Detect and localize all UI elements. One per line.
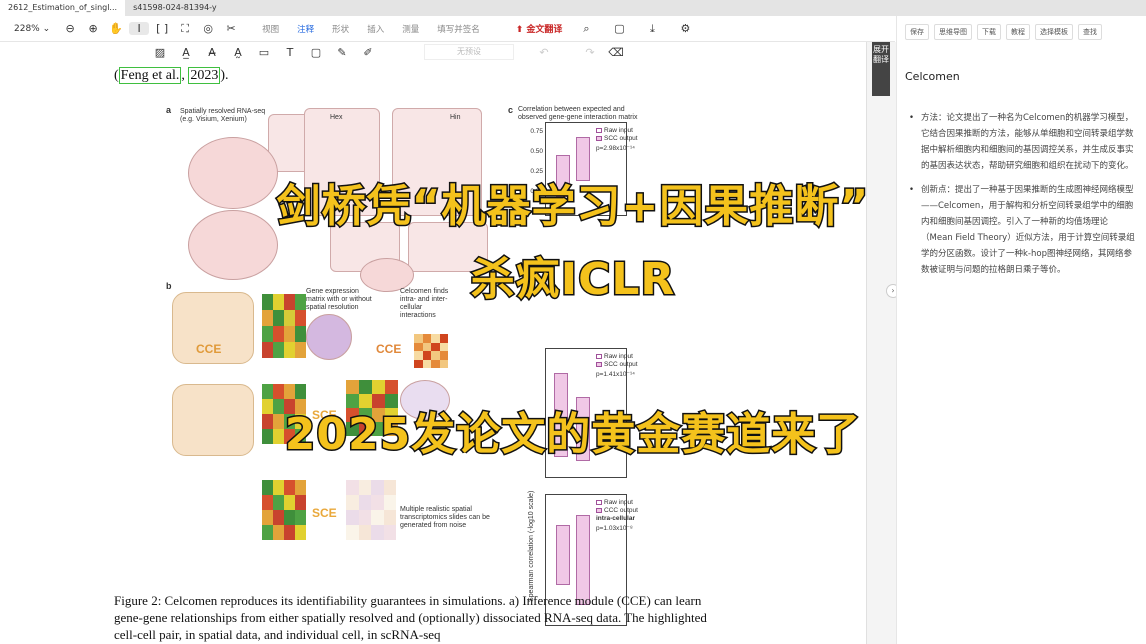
note-icon[interactable]: ▭ xyxy=(254,46,274,59)
citation-line: (Feng et al., 2023). xyxy=(114,67,229,84)
citation-link[interactable]: Feng et al. xyxy=(118,67,182,84)
read-mode-icon[interactable]: ◎ xyxy=(198,22,218,35)
panel-a-label: a xyxy=(166,105,172,115)
squiggly-icon[interactable]: A̰ xyxy=(228,46,248,59)
tick-1: 0.75 xyxy=(530,128,543,135)
undo-icon[interactable]: ↶ xyxy=(534,46,554,59)
tutorial-button[interactable]: 教程 xyxy=(1006,24,1030,40)
legend-raw-3: Raw input xyxy=(596,499,633,506)
template-button[interactable]: 选择模板 xyxy=(1035,24,1073,40)
download-icon[interactable]: ⤓ xyxy=(642,22,662,36)
strikethrough-icon[interactable]: A̶ xyxy=(202,46,222,59)
zoom-out-icon[interactable]: ⊖ xyxy=(60,22,80,35)
overlay-headline-2: 杀疯ICLR xyxy=(469,253,676,307)
eraser-icon[interactable]: ⌫ xyxy=(606,46,626,59)
settings-icon[interactable]: ⚙ xyxy=(675,22,695,35)
text-select-icon[interactable]: I xyxy=(129,22,150,35)
search-icon[interactable]: ⌕ xyxy=(576,22,596,36)
menu-fill-sign[interactable]: 填写并签名 xyxy=(437,23,480,35)
pdf-reader-window: 2612_Estimation_of_singl... s41598-024-8… xyxy=(0,0,1146,644)
menu-measure[interactable]: 测量 xyxy=(402,23,419,35)
underline-icon[interactable]: A̲ xyxy=(176,46,196,59)
intra-label: intra-cellular xyxy=(596,515,636,522)
summary-bullet-method: 方法：论文提出了一种名为Celcomen的机器学习模型，它结合因果推断的方法，能… xyxy=(909,110,1137,174)
hand-tool-icon[interactable]: ✋ xyxy=(106,22,126,35)
save-button[interactable]: 保存 xyxy=(905,24,929,40)
multiple-slides-label: Multiple realistic spatial transcriptomi… xyxy=(400,506,490,529)
menu-insert[interactable]: 插入 xyxy=(367,23,384,35)
mindmap-button[interactable]: 思维导图 xyxy=(934,24,972,40)
overlay-headline-1: 剑桥凭“机器学习+因果推断” xyxy=(275,180,870,234)
interaction-matrix xyxy=(414,334,448,368)
citation-year-link[interactable]: 2023 xyxy=(188,67,221,84)
preset-select[interactable]: 无预设 xyxy=(424,44,514,60)
tick-2: 0.50 xyxy=(530,148,543,155)
highlight-icon[interactable]: ▨ xyxy=(150,46,170,59)
menu-view[interactable]: 视图 xyxy=(262,23,279,35)
h-in-label: Hin xyxy=(450,114,461,121)
spatial-label: Spatially resolved RNA-seq (e.g. Visium, … xyxy=(180,108,266,123)
cce-label-1: CCE xyxy=(196,342,222,356)
expand-translation-tab[interactable]: 展开翻译 xyxy=(872,42,890,96)
tab-document-2[interactable]: s41598-024-81394-y xyxy=(125,0,225,16)
summary-toolbar: 保存 思维导图 下载 教程 选择模板 查找 xyxy=(897,16,1146,40)
zoom-in-icon[interactable]: ⊕ xyxy=(83,22,103,35)
panel-c-label: c xyxy=(508,105,514,115)
pvalue-1: p=2.98x10⁻¹⁴ xyxy=(596,145,635,152)
document-page: (Feng et al., 2023). a Spatially resolve… xyxy=(0,62,866,644)
spatial-scatter xyxy=(306,314,352,360)
area-icon[interactable]: ▢ xyxy=(306,46,326,59)
redo-icon[interactable]: ↷ xyxy=(580,46,600,59)
y-axis-label: Spearman correlation (-log10 scale) xyxy=(528,490,535,602)
annotation-toolbar: ▨ A̲ A̶ A̰ ▭ T ▢ ✎ ✐ 无预设 ↶ ↷ ⌫ xyxy=(150,42,670,62)
find-button[interactable]: 查找 xyxy=(1078,24,1102,40)
translate-button[interactable]: ⬆ 金文翻译 xyxy=(516,22,563,35)
summary-title: Celcomen xyxy=(905,70,960,83)
sce-label-2: SCE xyxy=(312,506,337,520)
legend-scc-2: SCC output xyxy=(596,361,638,368)
h-ex-label: Hex xyxy=(330,114,343,121)
download-button[interactable]: 下载 xyxy=(977,24,1001,40)
tab-document-1[interactable]: 2612_Estimation_of_singl... xyxy=(0,0,126,16)
side-strip xyxy=(866,42,896,644)
pen-icon[interactable]: ✎ xyxy=(332,46,352,59)
comment-icon[interactable]: ▢ xyxy=(609,22,629,35)
summary-panel: 保存 思维导图 下载 教程 选择模板 查找 Celcomen 方法：论文提出了一… xyxy=(896,16,1146,644)
text-box-icon[interactable]: T xyxy=(280,46,300,59)
figure-caption: Figure 2: Celcomen reproduces its identi… xyxy=(114,593,707,642)
legend-scc-1: SCC output xyxy=(596,135,638,142)
tab-bar: 2612_Estimation_of_singl... s41598-024-8… xyxy=(0,0,1146,16)
legend-raw-1: Raw input xyxy=(596,127,633,134)
legend-raw-2: Raw input xyxy=(596,353,633,360)
zoom-select[interactable]: 228% ⌄ xyxy=(14,24,50,34)
fit-page-icon[interactable]: ⛶ xyxy=(175,22,195,36)
raw-box-3 xyxy=(556,525,570,585)
expression-heatmap-4 xyxy=(262,480,306,540)
menu-annotate[interactable]: 注释 xyxy=(297,23,314,35)
overlay-headline-3: 2025发论文的黄金赛道来了 xyxy=(283,408,862,462)
fit-width-icon[interactable]: [ ] xyxy=(152,22,172,35)
scissors-icon[interactable]: ✂ xyxy=(221,22,241,35)
corr-title: Correlation between expected and observed… xyxy=(518,106,638,121)
cce-label-2: CCE xyxy=(376,342,402,356)
pvalue-3: p=1.03x10⁻⁸ xyxy=(596,525,633,532)
pvalue-2: p=1.41x10⁻¹⁴ xyxy=(596,371,635,378)
main-toolbar: 228% ⌄ ⊖ ⊕ ✋ I [ ] ⛶ ◎ ✂ 视图 注释 形状 插入 测量 … xyxy=(0,16,895,42)
legend-ccc-3: CCC output xyxy=(596,507,638,514)
menu-shape[interactable]: 形状 xyxy=(332,23,349,35)
marker-icon[interactable]: ✐ xyxy=(358,46,378,59)
noise-heatmap xyxy=(346,480,396,540)
